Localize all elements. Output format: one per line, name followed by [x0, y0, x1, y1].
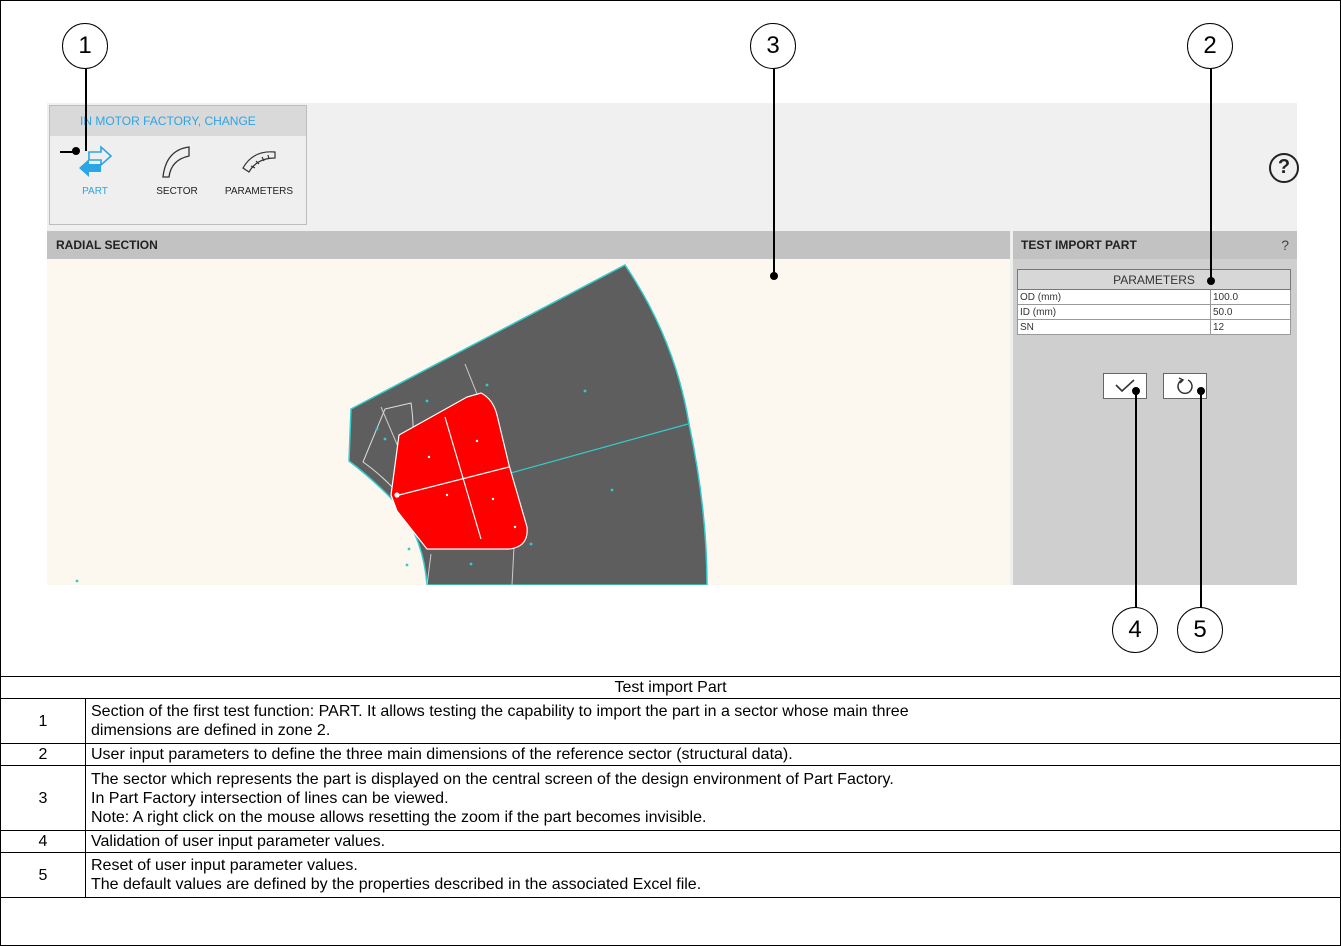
- callout-4: 4: [1112, 607, 1158, 653]
- leader-line-5: [1200, 393, 1202, 609]
- legend-num: 3: [0, 765, 86, 831]
- legend-text: dimensions are defined in zone 2.: [91, 722, 331, 739]
- legend-text: Reset of user input parameter values.: [91, 857, 358, 874]
- legend-text: Section of the first test function: PART…: [91, 703, 909, 720]
- legend-num: 5: [0, 852, 86, 898]
- callout-2: 2: [1187, 23, 1233, 69]
- swap-arrows-icon: [79, 145, 113, 177]
- legend-row: 2 User input parameters to define the th…: [0, 743, 1341, 766]
- sector-icon: [162, 146, 190, 178]
- callout-3: 3: [750, 23, 796, 69]
- param-name: OD (mm): [1017, 289, 1211, 305]
- table-row: SN 12: [1017, 319, 1291, 335]
- legend-num: 1: [0, 698, 86, 744]
- leader-dot-4: [1132, 387, 1140, 395]
- leader-line-4: [1135, 393, 1137, 609]
- leader-dot-2: [1207, 277, 1215, 285]
- legend-row: 5 Reset of user input parameter values. …: [0, 852, 1341, 898]
- callout-1: 1: [62, 23, 108, 69]
- parameters-label: PARAMETERS: [224, 186, 294, 197]
- app-window: IN MOTOR FACTORY, CHANGE PART SECTOR PAR…: [47, 103, 1299, 585]
- legend-row: 1 Section of the first test function: PA…: [0, 698, 1341, 744]
- od-input[interactable]: 100.0: [1210, 289, 1291, 305]
- test-import-title: TEST IMPORT PART: [1013, 231, 1297, 259]
- legend-num: 4: [0, 830, 86, 853]
- table-row: ID (mm) 50.0: [1017, 304, 1291, 320]
- legend-table: Test import Part 1 Section of the first …: [0, 676, 1341, 898]
- leader-line-3: [773, 69, 775, 276]
- sn-input[interactable]: 12: [1210, 319, 1291, 335]
- legend-num: 2: [0, 743, 86, 766]
- design-canvas[interactable]: [47, 259, 1010, 585]
- ribbon-title: IN MOTOR FACTORY, CHANGE: [50, 106, 306, 136]
- part-label: PART: [82, 186, 108, 197]
- part-button[interactable]: PART: [60, 144, 130, 206]
- legend-caption: Test import Part: [0, 676, 1341, 699]
- legend-text: The default values are defined by the pr…: [91, 876, 702, 893]
- validate-button[interactable]: [1103, 373, 1147, 399]
- radial-section-title: RADIAL SECTION: [47, 231, 1010, 259]
- sector-label: SECTOR: [156, 186, 198, 197]
- param-name: SN: [1017, 319, 1211, 335]
- test-import-panel: TEST IMPORT PART ? PARAMETERS OD (mm) 10…: [1013, 231, 1297, 585]
- table-row: OD (mm) 100.0: [1017, 289, 1291, 305]
- callout-5: 5: [1177, 607, 1223, 653]
- parameters-icon: [242, 151, 276, 173]
- legend-text: User input parameters to define the thre…: [91, 746, 793, 763]
- parameters-header: PARAMETERS: [1017, 269, 1291, 290]
- part-sector-drawing: [75, 264, 708, 585]
- param-name: ID (mm): [1017, 304, 1211, 320]
- parameters-table: PARAMETERS OD (mm) 100.0 ID (mm) 50.0 SN…: [1017, 269, 1291, 335]
- legend-row: 3 The sector which represents the part i…: [0, 765, 1341, 831]
- parameters-button[interactable]: PARAMETERS: [224, 144, 294, 206]
- leader-dot-3: [770, 272, 778, 280]
- panel-help-icon[interactable]: ?: [1281, 237, 1289, 253]
- help-icon[interactable]: ?: [1269, 153, 1299, 183]
- legend-text: In Part Factory intersection of lines ca…: [91, 789, 449, 807]
- legend-text: Validation of user input parameter value…: [91, 833, 386, 850]
- legend-row: 4 Validation of user input parameter val…: [0, 830, 1341, 853]
- leader-line-1b: [60, 151, 74, 153]
- reset-icon: [1177, 377, 1193, 395]
- id-input[interactable]: 50.0: [1210, 304, 1291, 320]
- ribbon-group: IN MOTOR FACTORY, CHANGE PART SECTOR PAR…: [49, 105, 307, 225]
- leader-line-1: [85, 69, 87, 151]
- leader-line-2: [1210, 69, 1212, 281]
- legend-text: Note: A right click on the mouse allows …: [91, 808, 707, 826]
- sector-button[interactable]: SECTOR: [142, 144, 212, 206]
- leader-dot-5: [1197, 387, 1205, 395]
- legend-text: The sector which represents the part is …: [91, 770, 894, 788]
